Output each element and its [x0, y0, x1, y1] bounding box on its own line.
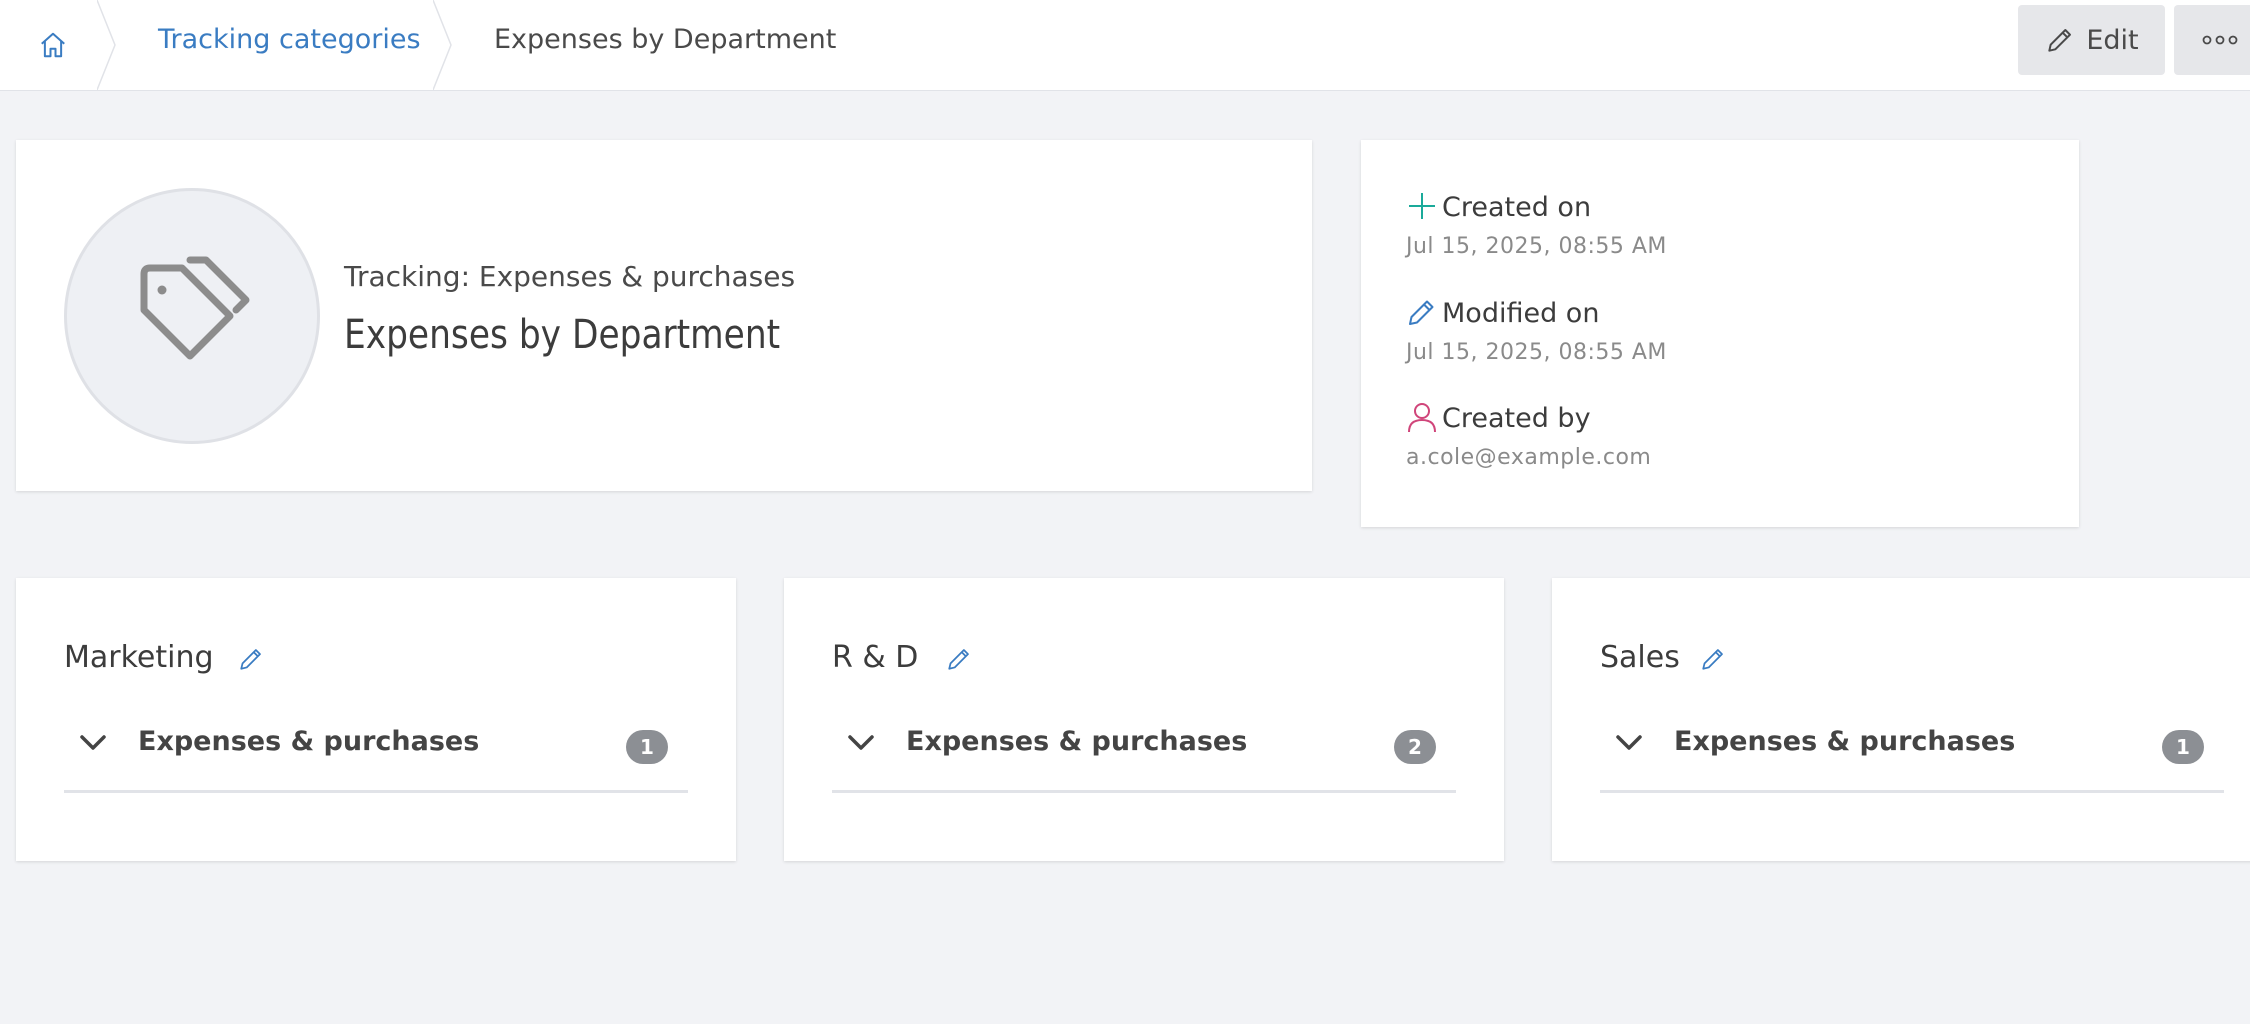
created-on-label: Created on — [1442, 192, 1592, 223]
created-on-value: Jul 15, 2025, 08:55 AM — [1406, 234, 1667, 259]
created-by-label: Created by — [1442, 403, 1591, 434]
chevron-down-icon — [848, 735, 874, 750]
count-badge: 2 — [1394, 730, 1436, 764]
tracking-category-card: Tracking: Expenses & purchases Expenses … — [16, 140, 1312, 491]
chevron-down-icon — [1616, 735, 1642, 750]
home-icon — [41, 32, 65, 58]
breadcrumb-separator — [97, 0, 116, 90]
modified-on-label: Modified on — [1442, 298, 1600, 329]
plus-icon — [1409, 193, 1435, 219]
user-icon — [1408, 403, 1436, 433]
created-by-value: a.cole@example.com — [1406, 445, 1652, 470]
metadata-card: Created on Jul 15, 2025, 08:55 AM Modifi… — [1361, 140, 2079, 527]
edit-button-label: Edit — [2086, 24, 2139, 56]
accordion-label: Expenses & purchases — [1674, 726, 2016, 757]
tracking-subtitle: Tracking: Expenses & purchases — [344, 260, 796, 293]
accordion-label: Expenses & purchases — [906, 726, 1248, 757]
page-title: Expenses by Department — [344, 312, 781, 358]
breadcrumb-tracking-categories[interactable]: Tracking categories — [158, 24, 421, 55]
expenses-purchases-accordion[interactable]: Expenses & purchases 2 — [832, 720, 1456, 793]
breadcrumb-current: Expenses by Department — [494, 24, 837, 55]
pencil-icon — [1702, 649, 1723, 670]
chevron-down-icon — [80, 735, 106, 750]
pencil-icon — [948, 649, 969, 670]
tag-icon — [140, 256, 250, 360]
accordion-label: Expenses & purchases — [138, 726, 480, 757]
more-options-button[interactable] — [2174, 5, 2250, 75]
count-badge: 1 — [2162, 730, 2204, 764]
pencil-icon — [2048, 29, 2072, 52]
department-card-marketing: Marketing Expenses & purchases 1 — [16, 578, 736, 861]
department-name: Sales — [1600, 640, 1680, 675]
top-bar: Tracking categories Expenses by Departme… — [0, 0, 2250, 91]
department-card-rd: R & D Expenses & purchases 2 — [784, 578, 1504, 861]
edit-department-button[interactable] — [1698, 644, 1728, 674]
department-name: Marketing — [64, 640, 214, 675]
edit-button[interactable]: Edit — [2018, 5, 2165, 75]
department-name: R & D — [832, 640, 919, 675]
department-card-sales: Sales Expenses & purchases 1 — [1552, 578, 2250, 861]
breadcrumb-separator — [433, 0, 452, 90]
more-dots-icon — [2202, 35, 2238, 45]
edit-department-button[interactable] — [236, 644, 266, 674]
category-avatar — [64, 188, 320, 444]
pencil-icon — [1409, 300, 1434, 325]
count-badge: 1 — [626, 730, 668, 764]
home-button[interactable] — [30, 22, 76, 68]
expenses-purchases-accordion[interactable]: Expenses & purchases 1 — [1600, 720, 2224, 793]
pencil-icon — [240, 649, 261, 670]
expenses-purchases-accordion[interactable]: Expenses & purchases 1 — [64, 720, 688, 793]
modified-on-value: Jul 15, 2025, 08:55 AM — [1406, 340, 1667, 365]
edit-department-button[interactable] — [944, 644, 974, 674]
